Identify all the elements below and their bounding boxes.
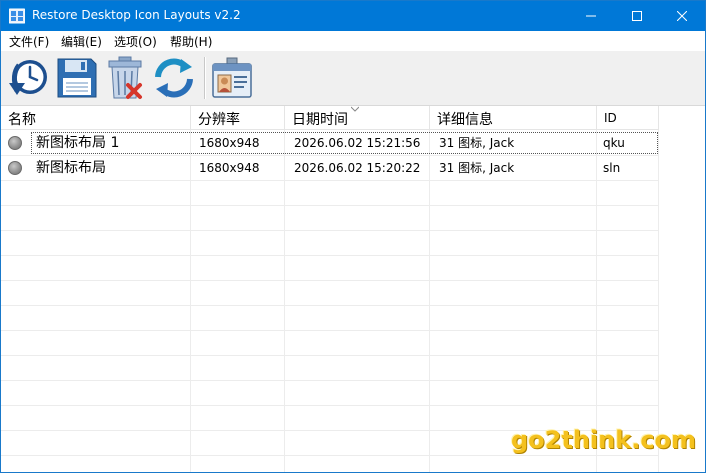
column-header-label: 日期时间 [292, 112, 348, 128]
row-details: 31 图标, Jack [439, 136, 515, 150]
grid-line [1, 380, 658, 381]
window-title: Restore Desktop Icon Layouts v2.2 [32, 8, 241, 22]
grid-line [596, 130, 597, 472]
toolbar-separator [204, 57, 206, 99]
clock-restore-icon [9, 60, 47, 95]
app-window: Restore Desktop Icon Layouts v2.2 文件(F) … [0, 0, 706, 473]
column-header-id[interactable]: ID [597, 106, 659, 130]
row-resolution: 1680x948 [199, 161, 260, 175]
toolbar [1, 51, 705, 106]
column-header-details[interactable]: 详细信息 [430, 106, 597, 130]
row-details: 31 图标, Jack [439, 161, 515, 175]
sort-descending-icon [351, 106, 359, 112]
status-dot-icon [8, 161, 22, 175]
about-button[interactable] [210, 55, 254, 101]
grid-line [429, 130, 430, 472]
watermark-text: go2think.com [511, 426, 697, 454]
grid-line [1, 205, 658, 206]
grid-line [658, 130, 659, 472]
grid-line [190, 130, 191, 472]
list-row[interactable]: 新图标布局 1 1680x948 2026.06.02 15:21:56 31 … [1, 131, 705, 155]
column-header-label: 分辨率 [198, 112, 240, 128]
row-name: 新图标布局 1 [36, 135, 120, 151]
refresh-arrows-icon [155, 58, 193, 98]
column-header-label: ID [604, 111, 617, 125]
grid-line [1, 305, 658, 306]
grid-line [1, 280, 658, 281]
row-resolution: 1680x948 [199, 136, 260, 150]
grid-line [1, 355, 658, 356]
close-icon [677, 11, 687, 21]
trash-delete-icon [108, 56, 142, 99]
grid-line [1, 405, 658, 406]
minimize-button[interactable] [568, 1, 614, 31]
save-layout-button[interactable] [55, 55, 99, 101]
delete-layout-button[interactable] [104, 55, 148, 101]
title-bar[interactable]: Restore Desktop Icon Layouts v2.2 [1, 1, 705, 31]
close-button[interactable] [659, 1, 705, 31]
row-id: sln [603, 161, 621, 175]
app-icon [9, 8, 25, 24]
floppy-disk-icon [57, 58, 97, 98]
grid-line [1, 230, 658, 231]
menu-file[interactable]: 文件(F) [9, 33, 49, 50]
row-id: qku [603, 136, 625, 150]
row-datetime: 2026.06.02 15:21:56 [294, 136, 421, 150]
menu-bar: 文件(F) 编辑(E) 选项(O) 帮助(H) [1, 31, 705, 51]
column-header-name[interactable]: 名称 [1, 106, 191, 130]
column-header-datetime[interactable]: 日期时间 [285, 106, 430, 130]
minimize-icon [586, 15, 596, 17]
maximize-button[interactable] [614, 1, 660, 31]
row-datetime: 2026.06.02 15:20:22 [294, 161, 421, 175]
menu-edit[interactable]: 编辑(E) [61, 33, 102, 50]
grid-line [1, 255, 658, 256]
list-row[interactable]: 新图标布局 1680x948 2026.06.02 15:20:22 31 图标… [1, 156, 705, 180]
grid-line [284, 130, 285, 472]
layout-list[interactable]: 名称 分辨率 日期时间 详细信息 ID 新图标布局 1 1680x948 202… [1, 106, 705, 472]
status-dot-icon [8, 136, 22, 150]
maximize-icon [632, 11, 642, 21]
grid-line [1, 180, 658, 181]
menu-help[interactable]: 帮助(H) [170, 33, 212, 50]
column-header-label: 详细信息 [437, 112, 493, 128]
column-header-label: 名称 [8, 112, 36, 128]
refresh-button[interactable] [152, 55, 196, 101]
grid-line [1, 330, 658, 331]
id-card-icon [212, 57, 252, 98]
row-name: 新图标布局 [36, 160, 106, 176]
restore-icon-layout-button[interactable] [5, 55, 49, 101]
column-header-resolution[interactable]: 分辨率 [191, 106, 285, 130]
grid-line [1, 455, 658, 456]
menu-options[interactable]: 选项(O) [114, 33, 157, 50]
